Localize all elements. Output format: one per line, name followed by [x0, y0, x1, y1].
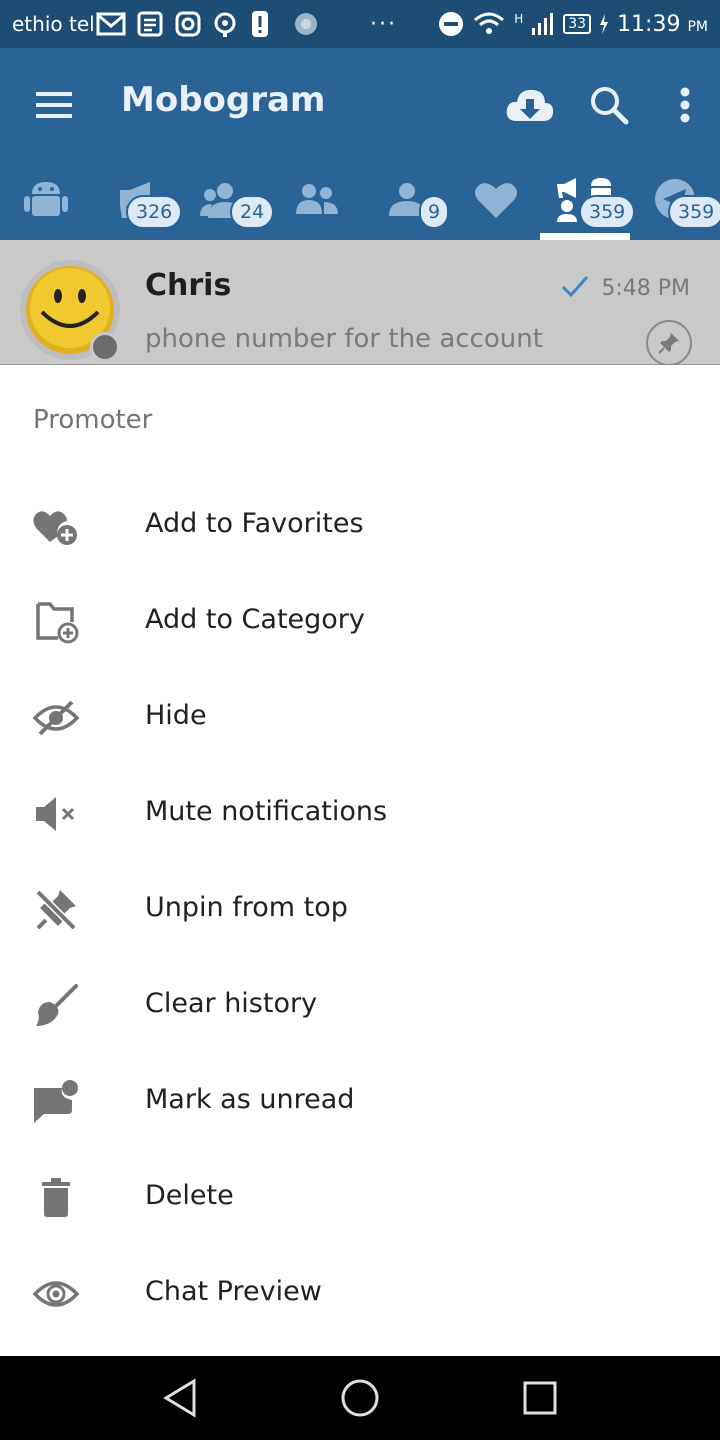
eye-off-icon — [32, 694, 80, 742]
system-navigation-bar — [0, 1356, 720, 1440]
carrier-label: ethio tel — [12, 12, 95, 36]
menu-label: Chat Preview — [145, 1276, 322, 1307]
back-icon — [163, 1378, 196, 1418]
sent-check-icon — [561, 276, 589, 298]
pin-icon — [658, 333, 679, 354]
heart-add-icon — [32, 502, 80, 550]
selected-tab-indicator — [540, 233, 630, 240]
menu-label: Mark as unread — [145, 1084, 355, 1115]
tab-contacts[interactable] — [290, 160, 350, 240]
network-type: H — [514, 12, 524, 26]
app-loading-icon — [295, 13, 317, 35]
search-button[interactable] — [584, 80, 634, 130]
users-count-badge: 9 — [419, 195, 449, 229]
heart-icon — [475, 183, 517, 218]
do-not-disturb-icon — [439, 12, 464, 36]
tab-channels[interactable]: 326 — [112, 160, 192, 240]
instagram-icon — [175, 11, 201, 37]
alert-icon — [252, 11, 268, 37]
folder-add-icon — [32, 598, 80, 646]
trash-icon — [32, 1174, 80, 1222]
chat-row[interactable]: Chris 5:48 PM phone number for the accou… — [0, 240, 720, 366]
menu-label: Clear history — [145, 988, 318, 1019]
app-bar: Mobogram — [0, 48, 720, 160]
clock: 11:39 PM — [617, 11, 708, 37]
promoter-count-badge: 359 — [579, 195, 636, 229]
broom-icon — [32, 982, 80, 1030]
wifi-icon — [474, 12, 505, 34]
back-button[interactable] — [155, 1376, 205, 1420]
charging-icon — [600, 14, 609, 34]
menu-unpin-from-top[interactable]: Unpin from top — [0, 862, 720, 958]
tab-users[interactable]: 9 — [385, 160, 455, 240]
filter-tab-bar: 326 24 9 359 359 — [0, 160, 720, 240]
chat-time: 5:48 PM — [601, 276, 690, 301]
more-vert-icon — [680, 87, 690, 123]
menu-button[interactable] — [30, 84, 80, 124]
menu-label: Delete — [145, 1180, 234, 1211]
menu-add-to-favorites[interactable]: Add to Favorites — [0, 478, 720, 574]
system-icons: H 33 11:39 PM — [438, 8, 708, 40]
message-unread-icon — [32, 1078, 80, 1126]
unpin-icon — [32, 886, 80, 934]
tab-groups[interactable]: 24 — [200, 160, 280, 240]
menu-mark-as-unread[interactable]: Mark as unread — [0, 1054, 720, 1150]
more-notifications: ··· — [370, 11, 397, 37]
status-bar: ethio tel ··· H 33 11:39 PM — [0, 0, 720, 48]
groups-count-badge: 24 — [230, 195, 275, 229]
menu-mute-notifications[interactable]: Mute notifications — [0, 766, 720, 862]
signal-icon — [532, 13, 554, 35]
home-button[interactable] — [335, 1376, 385, 1420]
menu-label: Mute notifications — [145, 796, 388, 827]
notification-icons: ··· — [96, 8, 397, 40]
news-icon — [137, 11, 163, 37]
hotspot-icon — [214, 12, 236, 37]
cloud-download-icon — [506, 89, 554, 121]
chat-options-sheet: Promoter Add to Favorites Add to Categor… — [0, 365, 720, 1356]
chat-preview: phone number for the account — [145, 324, 543, 354]
menu-hide[interactable]: Hide — [0, 670, 720, 766]
volume-mute-icon — [32, 790, 80, 838]
tab-telegram[interactable]: 359 — [650, 160, 720, 240]
search-icon — [591, 87, 629, 125]
online-status-dot — [90, 332, 120, 362]
menu-chat-preview[interactable]: Chat Preview — [0, 1246, 720, 1342]
home-icon — [341, 1379, 379, 1417]
tab-favorites[interactable] — [470, 160, 530, 240]
battery-level: 33 — [563, 14, 592, 34]
android-icon — [24, 182, 68, 216]
tab-promoter[interactable]: 359 — [545, 160, 636, 240]
menu-delete[interactable]: Delete — [0, 1150, 720, 1246]
menu-label: Hide — [145, 700, 207, 731]
gmail-icon — [96, 12, 126, 36]
recents-button[interactable] — [515, 1376, 565, 1420]
recents-icon — [523, 1381, 557, 1415]
menu-add-to-category[interactable]: Add to Category — [0, 574, 720, 670]
menu-label: Add to Category — [145, 604, 365, 635]
more-options-button[interactable] — [660, 80, 710, 130]
sheet-title: Promoter — [33, 405, 153, 435]
tab-bots[interactable] — [20, 160, 90, 240]
channels-count-badge: 326 — [126, 195, 183, 229]
menu-label: Unpin from top — [145, 892, 348, 923]
download-button[interactable] — [505, 80, 555, 130]
menu-label: Add to Favorites — [145, 508, 364, 539]
menu-icon — [36, 92, 72, 118]
contacts-icon — [296, 184, 338, 214]
eye-icon — [32, 1270, 80, 1318]
pinned-indicator — [646, 320, 692, 366]
menu-clear-history[interactable]: Clear history — [0, 958, 720, 1054]
app-title: Mobogram — [121, 80, 326, 120]
chat-name: Chris — [145, 268, 232, 303]
telegram-count-badge: 359 — [668, 195, 720, 229]
